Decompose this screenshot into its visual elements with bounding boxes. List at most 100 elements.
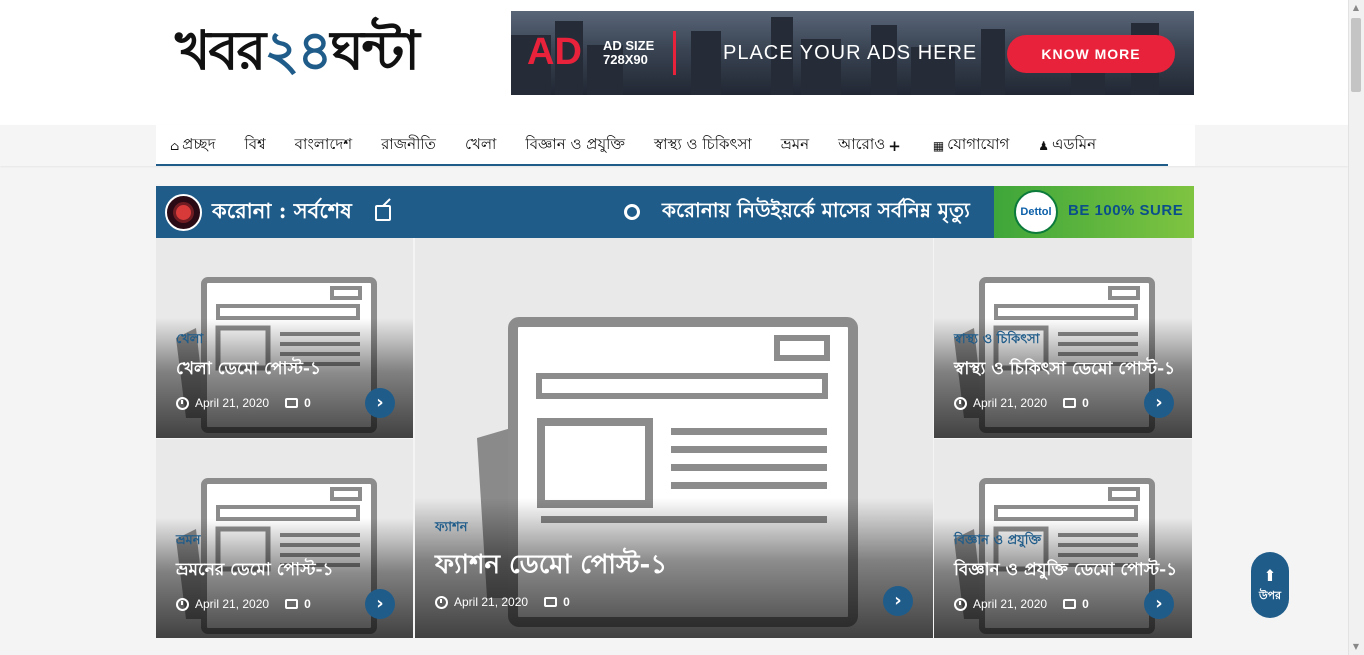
- comment-icon: [285, 398, 299, 408]
- post-title[interactable]: খেলা ডেমো পোস্ট-১: [176, 356, 321, 384]
- user-icon: ♟: [1038, 138, 1050, 153]
- post-comments: 0: [1082, 396, 1089, 410]
- ad-size-line2: 728X90: [603, 52, 648, 67]
- post-meta: April 21, 2020 0: [435, 595, 570, 609]
- post-comments: 0: [304, 597, 311, 611]
- news-ticker[interactable]: করোনায় নিউইয়র্কে মাসের সর্বনিম্ন মৃত্য…: [622, 186, 994, 238]
- breaking-news-bar: করোনা : সর্বশেষ করোনায় নিউইয়র্কে মাসের…: [156, 186, 1194, 238]
- comment-icon: [544, 597, 558, 607]
- nav-item-bangladesh[interactable]: বাংলাদেশ: [295, 133, 352, 158]
- ad-size-text: AD SIZE 728X90: [603, 39, 654, 67]
- nav-item-label: প্রচ্ছদ: [182, 135, 216, 153]
- post-date: April 21, 2020: [195, 597, 270, 611]
- nav-item-label: এডমিন: [1052, 135, 1097, 153]
- ad-big-text: AD: [527, 31, 582, 73]
- nav-item-label: বিজ্ঞান ও প্রযুক্তি: [525, 135, 625, 153]
- read-more-arrow-icon[interactable]: ›: [365, 589, 395, 619]
- scrollbar-thumb[interactable]: [1351, 18, 1361, 92]
- nav-item-label: যোগাযোগ: [947, 135, 1010, 153]
- arrow-up-icon: ⬆: [1263, 566, 1277, 585]
- scroll-down-arrow-icon[interactable]: ▼: [1352, 643, 1360, 651]
- nav-item-admin[interactable]: ♟ এডমিন: [1038, 133, 1096, 158]
- breaking-label[interactable]: করোনা : সর্বশেষ: [212, 196, 352, 226]
- post-card-fashion[interactable]: ফ্যাশন ফ্যাশন ডেমো পোস্ট-১ April 21, 202…: [415, 238, 933, 638]
- nav-item-contact[interactable]: ▦ যোগাযোগ: [933, 133, 1009, 158]
- nav-item-label: রাজনীতি: [381, 135, 436, 153]
- logo-prefix: খবর: [175, 18, 266, 82]
- post-comments: 0: [563, 595, 570, 609]
- nav-item-more[interactable]: আরোও +: [838, 133, 904, 158]
- post-date: April 21, 2020: [195, 396, 270, 410]
- nav-item-world[interactable]: বিশ্ব: [244, 133, 265, 158]
- contact-icon: ▦: [932, 138, 945, 153]
- home-icon: ⌂: [170, 138, 180, 153]
- main-nav: ⌂ প্রচ্ছদ বিশ্ব বাংলাদেশ রাজনীতি খেলা বিজ…: [156, 125, 1195, 166]
- post-card-science-tech[interactable]: বিজ্ঞান ও প্রযুক্তি বিজ্ঞান ও প্রযুক্তি …: [934, 439, 1192, 638]
- clock-icon: [435, 595, 448, 609]
- post-title[interactable]: ফ্যাশন ডেমো পোস্ট-১: [435, 544, 667, 588]
- scroll-to-top-label: উপর: [1258, 589, 1282, 602]
- post-date: April 21, 2020: [973, 597, 1048, 611]
- post-date: April 21, 2020: [454, 595, 529, 609]
- read-more-arrow-icon[interactable]: ›: [365, 388, 395, 418]
- site-logo[interactable]: খবর২৪ঘন্টা: [175, 14, 420, 86]
- clock-icon: [954, 396, 967, 410]
- post-category[interactable]: খেলা: [176, 330, 203, 351]
- clock-icon: [954, 597, 967, 611]
- read-more-arrow-icon[interactable]: ›: [1144, 589, 1174, 619]
- post-comments: 0: [1082, 597, 1089, 611]
- nav-item-label: খেলা: [464, 135, 497, 153]
- nav-item-sports[interactable]: খেলা: [465, 133, 496, 158]
- read-more-arrow-icon[interactable]: ›: [1144, 388, 1174, 418]
- post-category[interactable]: ফ্যাশন: [435, 518, 468, 539]
- post-meta: April 21, 2020 0: [954, 597, 1089, 611]
- ticker-headline[interactable]: করোনায় নিউইয়র্কে মাসের সর্বনিম্ন মৃত্য…: [662, 196, 970, 224]
- nav-item-label: ভ্রমন: [780, 135, 810, 153]
- nav-item-home[interactable]: ⌂ প্রচ্ছদ: [170, 133, 215, 158]
- plus-icon: +: [888, 136, 901, 155]
- post-category[interactable]: ভ্রমন: [176, 531, 201, 552]
- external-link-icon[interactable]: [375, 205, 391, 221]
- sponsor-ad[interactable]: Dettol BE 100% SURE: [994, 186, 1194, 238]
- nav-item-label: স্বাস্থ্য ও চিকিৎসা: [653, 135, 752, 153]
- ticker-bullet-icon: [624, 204, 640, 220]
- vertical-scrollbar[interactable]: [1348, 0, 1364, 655]
- comment-icon: [1063, 599, 1077, 609]
- post-meta: April 21, 2020 0: [176, 597, 311, 611]
- post-comments: 0: [304, 396, 311, 410]
- ad-size-line1: AD SIZE: [603, 38, 655, 53]
- ad-banner[interactable]: AD AD SIZE 728X90 PLACE YOUR ADS HERE KN…: [511, 11, 1194, 95]
- ad-separator: [673, 31, 676, 75]
- post-title[interactable]: স্বাস্থ্য ও চিকিৎসা ডেমো পোস্ট-১: [954, 356, 1175, 384]
- dettol-logo: Dettol: [1014, 190, 1058, 234]
- logo-number: ২৪: [264, 18, 332, 82]
- nav-item-label: আরোও: [838, 135, 886, 153]
- post-category[interactable]: স্বাস্থ্য ও চিকিৎসা: [954, 330, 1040, 351]
- nav-item-politics[interactable]: রাজনীতি: [381, 133, 436, 158]
- post-category[interactable]: বিজ্ঞান ও প্রযুক্তি: [954, 531, 1041, 552]
- nav-item-science-tech[interactable]: বিজ্ঞান ও প্রযুক্তি: [525, 133, 625, 158]
- post-card-sports[interactable]: খেলা খেলা ডেমো পোস্ট-১ April 21, 2020 0 …: [156, 238, 413, 438]
- post-card-travel[interactable]: ভ্রমন ভ্রমনের ডেমো পোস্ট-১ April 21, 202…: [156, 439, 413, 638]
- site-header: খবর২৪ঘন্টা AD AD SIZE 728X90 PLACE YOUR …: [0, 0, 1348, 125]
- post-date: April 21, 2020: [973, 396, 1048, 410]
- scroll-to-top-button[interactable]: ⬆ উপর: [1251, 552, 1289, 618]
- scroll-up-arrow-icon[interactable]: ▲: [1352, 4, 1360, 12]
- post-title[interactable]: বিজ্ঞান ও প্রযুক্তি ডেমো পোস্ট-১: [954, 557, 1177, 585]
- nav-item-health[interactable]: স্বাস্থ্য ও চিকিৎসা: [654, 133, 752, 158]
- read-more-arrow-icon[interactable]: ›: [883, 586, 913, 616]
- post-title[interactable]: ভ্রমনের ডেমো পোস্ট-১: [176, 557, 334, 585]
- logo-suffix: ঘন্টা: [330, 18, 419, 82]
- know-more-button[interactable]: KNOW MORE: [1007, 35, 1175, 73]
- nav-underline: [156, 164, 1168, 166]
- nav-item-travel[interactable]: ভ্রমন: [781, 133, 809, 158]
- post-card-health[interactable]: স্বাস্থ্য ও চিকিৎসা স্বাস্থ্য ও চিকিৎসা …: [934, 238, 1192, 438]
- nav-item-label: বাংলাদেশ: [294, 135, 353, 153]
- virus-icon: [165, 194, 202, 231]
- clock-icon: [176, 396, 189, 410]
- nav-item-label: বিশ্ব: [244, 135, 266, 153]
- post-meta: April 21, 2020 0: [954, 396, 1089, 410]
- ad-tagline: PLACE YOUR ADS HERE: [723, 42, 978, 64]
- sponsor-text: BE 100% SURE: [1068, 202, 1184, 219]
- comment-icon: [285, 599, 299, 609]
